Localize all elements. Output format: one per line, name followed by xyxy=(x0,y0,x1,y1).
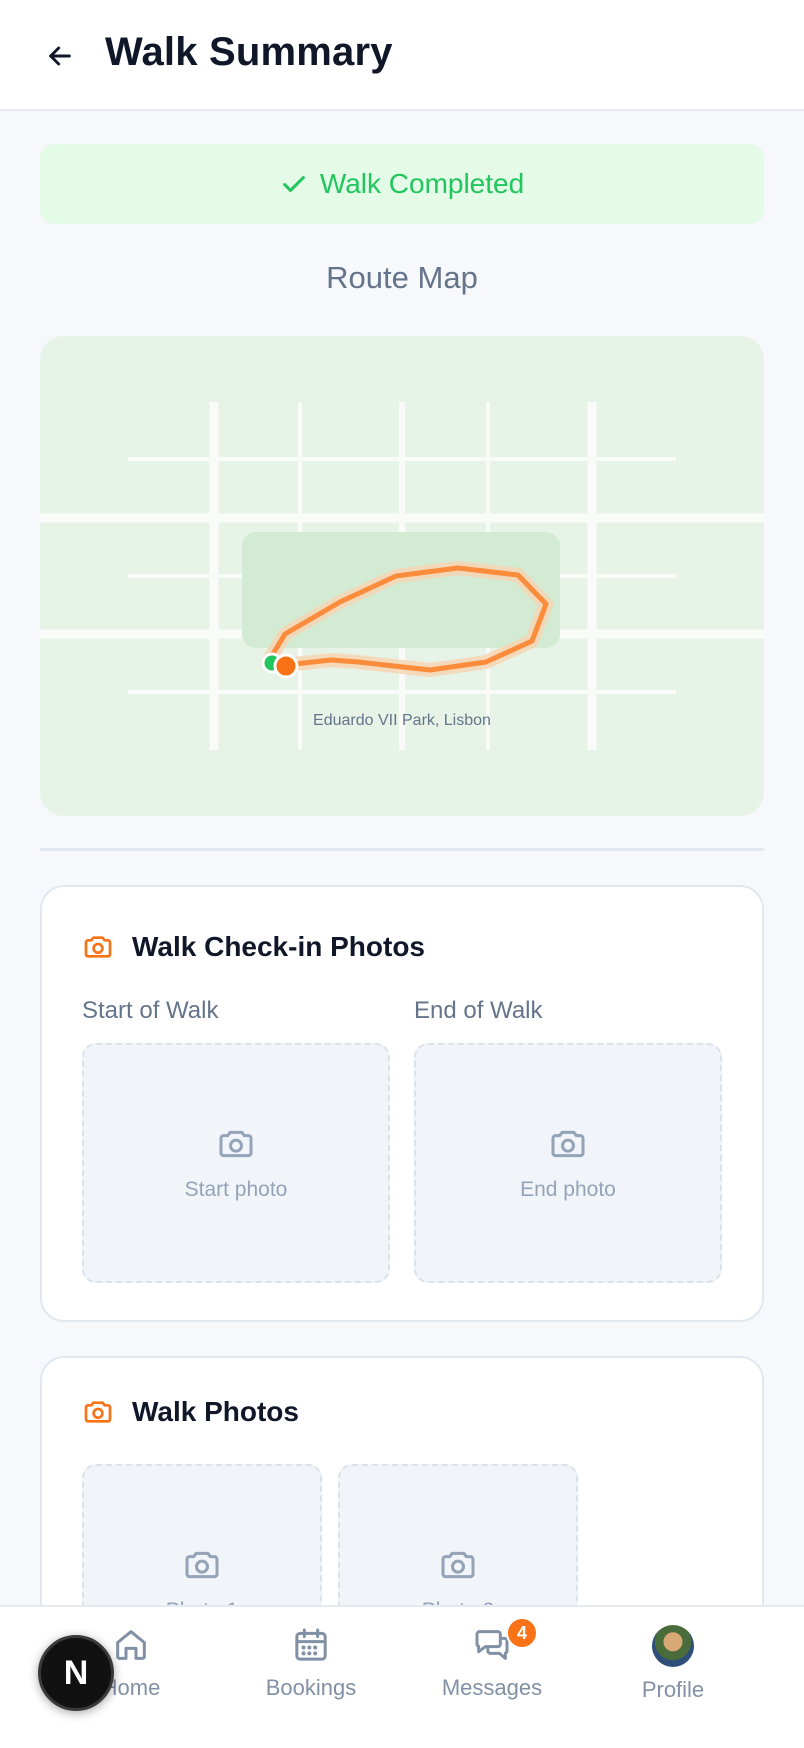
checkin-photos-title: Walk Check-in Photos xyxy=(132,931,426,962)
end-marker xyxy=(273,653,299,679)
camera-icon xyxy=(84,1401,112,1423)
map-canvas xyxy=(40,402,764,750)
home-icon xyxy=(116,1630,146,1660)
checkin-photos-card: Walk Check-in Photos Start of Walk End o… xyxy=(40,885,764,1322)
dev-tools-badge[interactable]: N xyxy=(38,1635,114,1711)
arrow-left-icon xyxy=(49,46,71,66)
camera-icon xyxy=(441,1551,475,1579)
back-button[interactable] xyxy=(40,36,80,76)
camera-icon xyxy=(185,1551,219,1579)
start-photo-placeholder: Start photo xyxy=(184,1178,288,1201)
section-divider xyxy=(40,848,764,851)
app-header: Walk Summary xyxy=(0,0,804,111)
end-photo-placeholder: End photo xyxy=(520,1178,616,1201)
start-of-walk-label: Start of Walk xyxy=(82,997,219,1024)
nav-item-bookings[interactable]: Bookings xyxy=(231,1625,391,1701)
walk-photos-header: Walk Photos xyxy=(82,1396,299,1428)
walk-photos-title: Walk Photos xyxy=(132,1396,299,1427)
check-icon xyxy=(282,176,305,192)
nav-label-profile: Profile xyxy=(641,1677,705,1702)
nav-item-profile[interactable]: Profile xyxy=(593,1625,753,1703)
end-photo-slot[interactable]: End photo xyxy=(414,1043,722,1283)
start-photo-slot[interactable]: Start photo xyxy=(82,1043,390,1283)
camera-icon xyxy=(219,1130,253,1158)
map-location-label: Eduardo VII Park, Lisbon xyxy=(313,712,491,729)
page-title: Walk Summary xyxy=(105,30,393,74)
camera-icon xyxy=(84,936,112,958)
camera-icon xyxy=(551,1130,585,1158)
end-of-walk-label: End of Walk xyxy=(414,997,543,1024)
status-label: Walk Completed xyxy=(319,168,525,199)
route-map[interactable]: Eduardo VII Park, Lisbon xyxy=(40,336,764,816)
calendar-icon xyxy=(295,1628,327,1661)
walk-status-banner: Walk Completed xyxy=(40,144,764,224)
avatar xyxy=(652,1625,694,1667)
nav-label-bookings: Bookings xyxy=(265,1675,357,1700)
messages-count-badge: 4 xyxy=(506,1617,538,1649)
nav-label-messages: Messages xyxy=(441,1675,543,1700)
checkin-photos-header: Walk Check-in Photos xyxy=(82,931,425,963)
nav-item-messages[interactable]: 4 Messages xyxy=(412,1617,572,1701)
route-map-title: Route Map xyxy=(326,260,478,295)
bottom-nav: Home Bookings 4 Messages Profile xyxy=(0,1605,804,1748)
